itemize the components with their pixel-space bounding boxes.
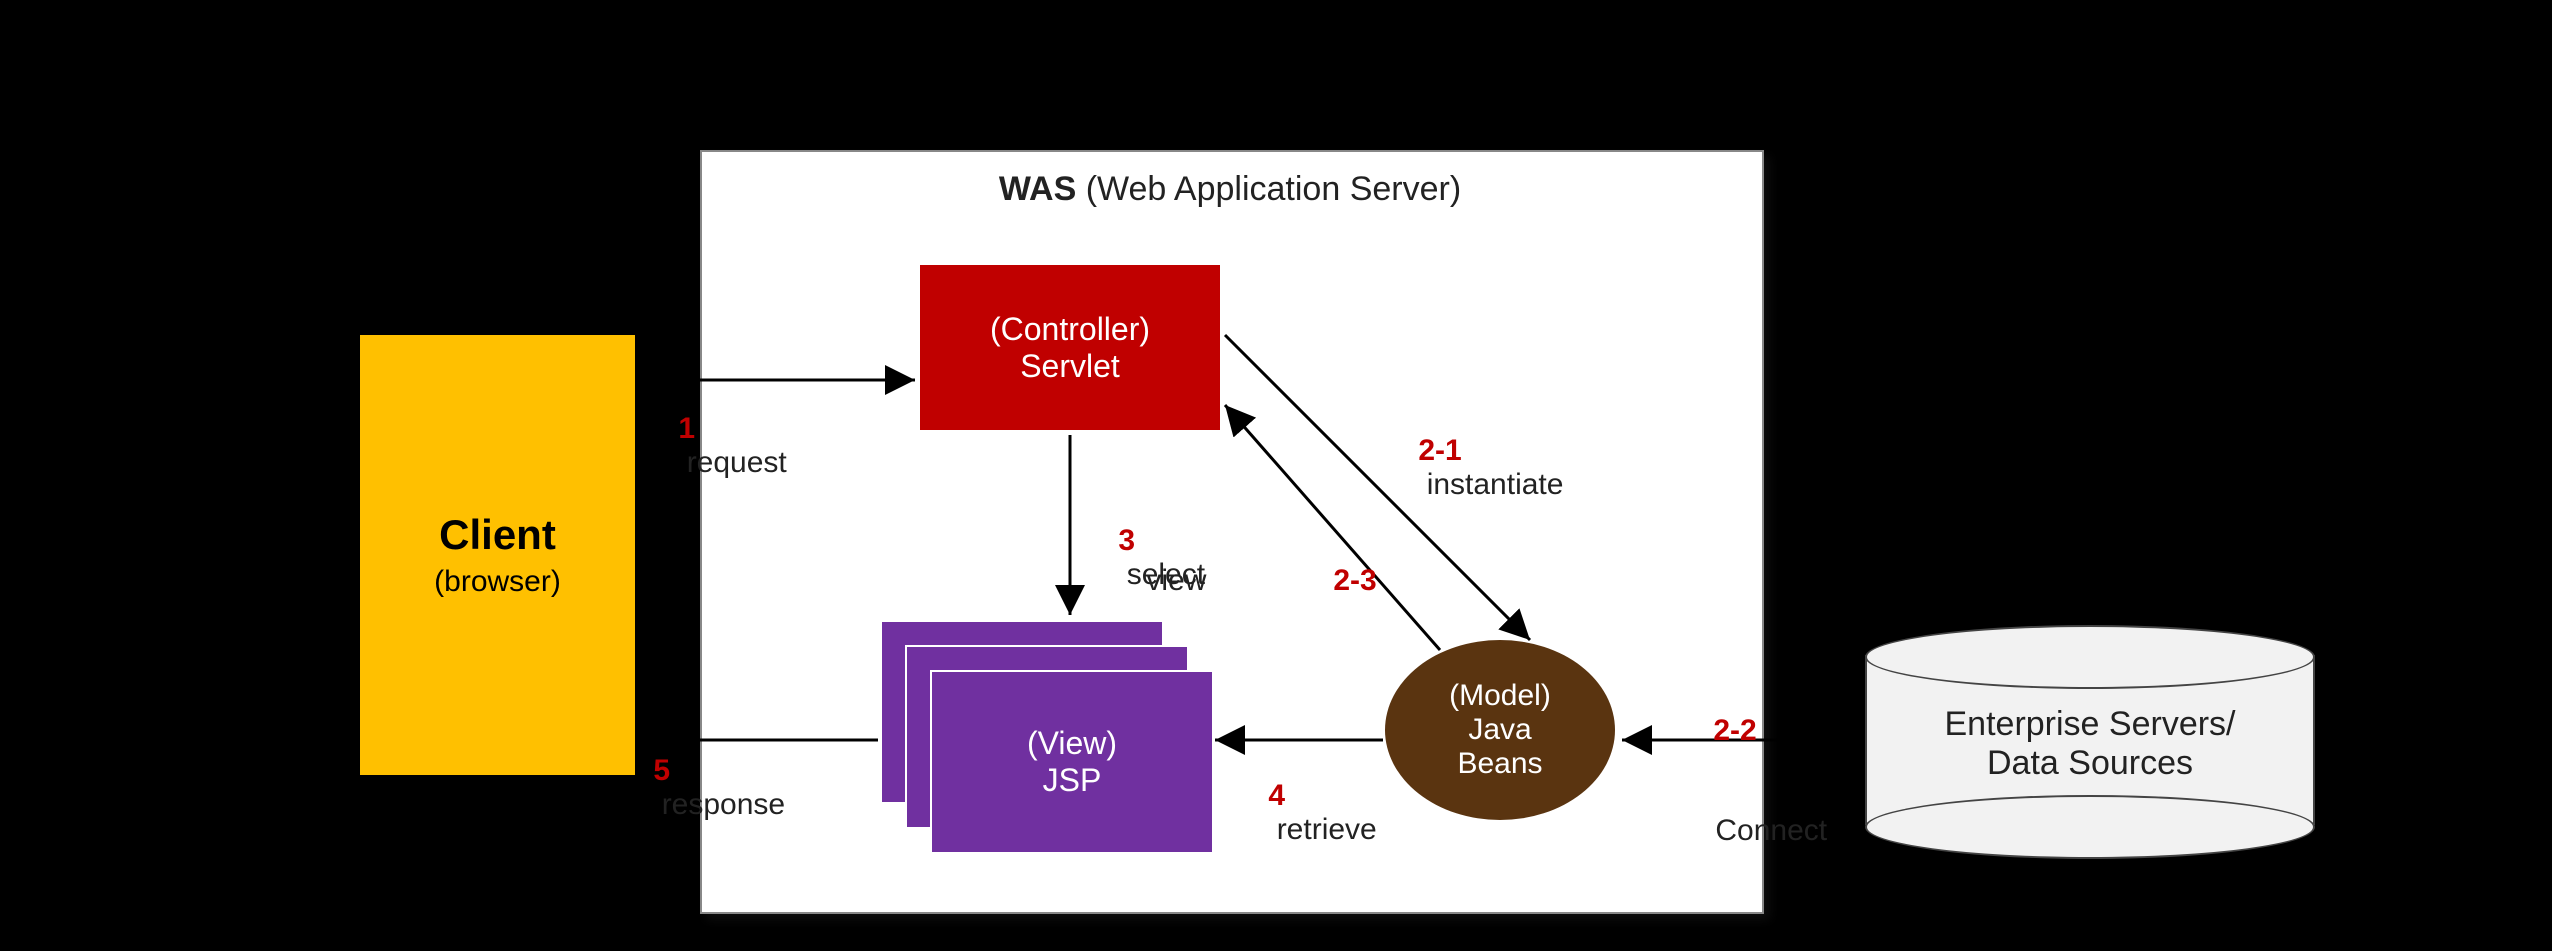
label-select-view-line2: view	[1113, 530, 1206, 632]
step-2-2: 2-2	[1713, 714, 1756, 747]
label-2-3: 2-3	[1300, 530, 1377, 632]
label-instantiate: 2-1 instantiate	[1385, 400, 1563, 536]
step-5: 5	[653, 754, 670, 787]
label-response: 5 response	[620, 720, 785, 856]
step-2-1: 2-1	[1418, 434, 1461, 467]
step-4: 4	[1268, 779, 1285, 812]
step-2-3: 2-3	[1333, 564, 1376, 597]
label-connect-text: Connect	[1715, 814, 1827, 847]
label-instantiate-text: instantiate	[1427, 468, 1564, 501]
label-request-text: request	[687, 446, 787, 479]
diagram-stage: WAS (Web Application Server) (Controller…	[0, 0, 2552, 951]
label-request: 1 request	[645, 378, 787, 514]
label-retrieve: 4 retrieve	[1235, 745, 1377, 881]
label-response-text: response	[662, 788, 785, 821]
label-connect: Connect	[1682, 780, 1827, 882]
label-select-view-2: view	[1146, 564, 1206, 597]
step-1: 1	[678, 412, 695, 445]
label-2-2: 2-2	[1680, 680, 1757, 782]
label-retrieve-text: retrieve	[1277, 813, 1377, 846]
